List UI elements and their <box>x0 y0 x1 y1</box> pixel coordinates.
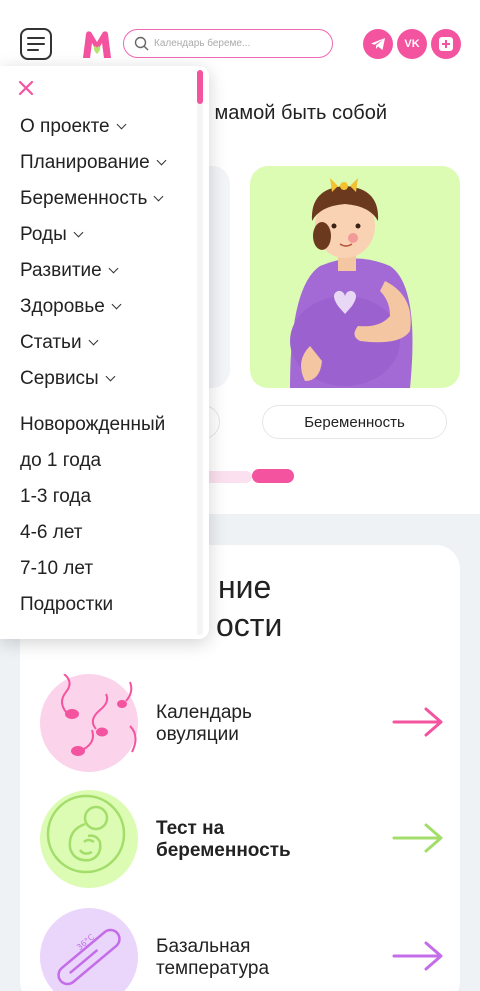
tool-icon-bg <box>40 790 138 888</box>
tool-label-line1: Тест на <box>156 818 225 839</box>
slider-indicator[interactable] <box>252 469 294 483</box>
tool-basal-temperature[interactable]: 36°C Базальная температура <box>20 908 460 991</box>
arrow-right-icon[interactable] <box>392 706 444 738</box>
sperm-icon <box>61 673 137 756</box>
logo-icon[interactable] <box>80 28 114 60</box>
section-title-line1: ние <box>218 569 272 605</box>
drawer-scrollbar[interactable] <box>197 70 203 635</box>
drawer-scrollbar-thumb[interactable] <box>197 70 203 104</box>
menu-item-label: Статьи <box>20 332 82 353</box>
menu-item-4-6[interactable]: 4-6 лет <box>20 522 82 544</box>
telegram-button[interactable] <box>363 29 393 59</box>
tool-pregnancy-test[interactable]: Тест на беременность <box>20 790 460 890</box>
menu-item-label: Развитие <box>20 260 102 281</box>
menu-item-about[interactable]: О проекте <box>20 116 127 138</box>
burger-line <box>27 37 45 39</box>
menu-item-7-10[interactable]: 7-10 лет <box>20 558 93 580</box>
burger-line <box>27 43 45 45</box>
menu-item-newborn[interactable]: Новорожденный <box>20 414 165 436</box>
chevron-down-icon <box>73 227 84 238</box>
vk-icon: VK <box>404 38 420 50</box>
menu-item-services[interactable]: Сервисы <box>20 368 116 390</box>
menu-item-label: Здоровье <box>20 296 105 317</box>
chevron-down-icon <box>108 263 119 274</box>
ok-button[interactable] <box>431 29 461 59</box>
arrow-right-icon[interactable] <box>392 822 444 854</box>
menu-item-1-3[interactable]: 1-3 года <box>20 486 91 508</box>
tool-label-line1: Календарь <box>156 702 252 723</box>
nav-drawer: О проекте Планирование Беременность Роды… <box>0 66 209 639</box>
chevron-down-icon <box>116 119 127 130</box>
menu-item-label: Беременность <box>20 188 148 209</box>
thermometer-icon: 36°C <box>57 928 121 986</box>
tool-label-line2: температура <box>156 958 270 979</box>
tool-label-line1: Базальная <box>156 936 251 957</box>
search-input[interactable] <box>154 34 324 53</box>
chevron-down-icon <box>154 191 164 202</box>
tool-label-line2: беременность <box>156 840 291 861</box>
fetus-icon <box>46 794 126 874</box>
menu-item-teens[interactable]: Подростки <box>20 594 113 616</box>
menu-item-development[interactable]: Развитие <box>20 260 119 282</box>
arrow-right-icon[interactable] <box>392 940 444 972</box>
tool-icon-bg: 36°C <box>40 908 138 991</box>
page: VK ыть мамой быть собой <box>0 0 480 991</box>
search-icon <box>134 36 149 51</box>
chevron-down-icon <box>156 155 167 166</box>
search-box[interactable] <box>123 29 333 58</box>
menu-item-health[interactable]: Здоровье <box>20 296 122 318</box>
section-title-line2: ости <box>216 607 283 643</box>
tool-label: Календарь овуляции <box>156 702 252 746</box>
burger-menu-button[interactable] <box>20 28 52 60</box>
pregnant-woman-illustration <box>290 178 413 388</box>
ok-icon <box>439 37 453 51</box>
close-icon[interactable] <box>18 80 34 96</box>
tool-label: Тест на беременность <box>156 818 291 862</box>
tool-ovulation-calendar[interactable]: Календарь овуляции <box>20 673 460 774</box>
menu-item-planning[interactable]: Планирование <box>20 152 167 174</box>
category-card-pregnancy[interactable] <box>250 166 460 388</box>
menu-item-label: О проекте <box>20 116 110 137</box>
menu-item-birth[interactable]: Роды <box>20 224 84 246</box>
chevron-down-icon <box>88 335 99 346</box>
menu-item-label: Сервисы <box>20 368 99 389</box>
menu-item-articles[interactable]: Статьи <box>20 332 99 354</box>
vk-button[interactable]: VK <box>397 29 427 59</box>
telegram-icon <box>371 38 385 50</box>
chevron-down-icon <box>105 371 116 382</box>
tool-label: Базальная температура <box>156 936 269 980</box>
chevron-down-icon <box>111 299 122 310</box>
burger-line <box>27 49 39 51</box>
tool-label-line2: овуляции <box>156 724 239 745</box>
tool-icon-bg <box>40 673 138 772</box>
menu-item-under-1[interactable]: до 1 года <box>20 450 101 472</box>
menu-item-pregnancy[interactable]: Беременность <box>20 188 164 210</box>
menu-item-label: Планирование <box>20 152 150 173</box>
category-pill-pregnancy[interactable]: Беременность <box>262 405 447 439</box>
menu-item-label: Роды <box>20 224 67 245</box>
